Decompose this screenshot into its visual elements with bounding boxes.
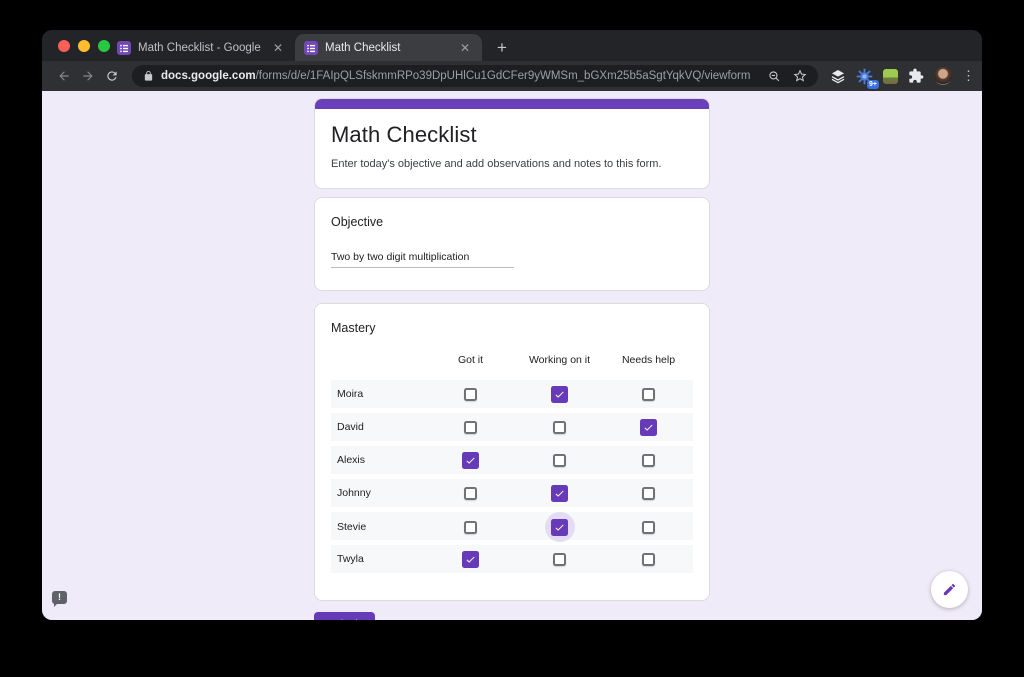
grid-column-header: Got it xyxy=(426,354,515,366)
mastery-question-card: Mastery Got itWorking on itNeeds help Moi… xyxy=(314,303,710,601)
new-tab-button[interactable]: + xyxy=(497,39,507,56)
checkbox-moira-working-on-it[interactable] xyxy=(551,386,568,403)
zoom-icon[interactable] xyxy=(768,70,781,83)
grid-header-row: Got itWorking on itNeeds help xyxy=(331,348,693,372)
checkbox-alexis-needs-help[interactable] xyxy=(642,454,655,467)
checkbox-twyla-working-on-it[interactable] xyxy=(553,553,566,566)
tab-math-checklist-editor[interactable]: Math Checklist - Google Forms ✕ xyxy=(108,34,295,61)
tab-strip: Math Checklist - Google Forms ✕ Math Che… xyxy=(42,30,982,61)
window-controls xyxy=(58,40,110,52)
objective-input[interactable]: Two by two digit multiplication xyxy=(331,251,514,268)
edit-form-fab[interactable] xyxy=(931,571,968,608)
checkbox-stevie-needs-help[interactable] xyxy=(642,521,655,534)
grid-row-alexis: Alexis xyxy=(331,446,693,474)
tab-title: Math Checklist xyxy=(325,42,450,54)
grid-row-twyla: Twyla xyxy=(331,545,693,573)
browser-window: Math Checklist - Google Forms ✕ Math Che… xyxy=(42,30,982,620)
grid-column-header: Needs help xyxy=(604,354,693,366)
row-label: Moira xyxy=(331,388,426,400)
pencil-icon xyxy=(942,582,957,597)
google-forms-icon xyxy=(117,41,131,55)
grid-column-header: Working on it xyxy=(515,354,604,366)
row-label: David xyxy=(331,421,426,433)
address-bar[interactable]: docs.google.com/forms/d/e/1FAIpQLSfskmmR… xyxy=(132,65,818,87)
checkbox-johnny-got-it[interactable] xyxy=(464,487,477,500)
grid-row-moira: Moira xyxy=(331,380,693,408)
row-label: Alexis xyxy=(331,454,426,466)
objective-question-card: Objective Two by two digit multiplicatio… xyxy=(314,197,710,291)
extension-area: 9+ ⋮ xyxy=(826,67,972,85)
grid-row-stevie: Stevie xyxy=(331,512,693,540)
close-tab-icon[interactable]: ✕ xyxy=(270,41,286,55)
submit-button[interactable]: Submit xyxy=(314,612,375,620)
checkbox-david-needs-help[interactable] xyxy=(640,419,657,436)
tab-title: Math Checklist - Google Forms xyxy=(138,42,263,54)
form-page: Math Checklist Enter today's objective a… xyxy=(42,91,982,620)
form-column: Math Checklist Enter today's objective a… xyxy=(314,98,710,620)
mastery-label: Mastery xyxy=(331,321,693,335)
close-tab-icon[interactable]: ✕ xyxy=(457,41,473,55)
forward-icon[interactable] xyxy=(76,69,100,83)
checkbox-focus-halo xyxy=(545,512,575,542)
checkbox-moira-got-it[interactable] xyxy=(464,388,477,401)
form-accent-bar xyxy=(315,99,709,109)
checkbox-twyla-needs-help[interactable] xyxy=(642,553,655,566)
close-window-button[interactable] xyxy=(58,40,70,52)
screen: Math Checklist - Google Forms ✕ Math Che… xyxy=(0,0,1024,677)
profile-avatar[interactable] xyxy=(934,67,952,85)
checkbox-stevie-working-on-it[interactable] xyxy=(551,519,568,536)
checkbox-johnny-needs-help[interactable] xyxy=(642,487,655,500)
objective-label: Objective xyxy=(331,215,693,229)
url-path: /forms/d/e/1FAIpQLSfskmmRPo39DpUHlCu1GdC… xyxy=(256,70,751,82)
gear-extension-icon[interactable]: 9+ xyxy=(856,68,873,85)
bookmark-star-icon[interactable] xyxy=(793,69,807,83)
back-icon[interactable] xyxy=(52,69,76,83)
browser-menu-icon[interactable]: ⋮ xyxy=(962,74,972,79)
layers-extension-icon[interactable] xyxy=(830,68,846,84)
checkbox-david-working-on-it[interactable] xyxy=(553,421,566,434)
row-label: Twyla xyxy=(331,553,426,565)
form-description: Enter today's objective and add observat… xyxy=(331,158,693,170)
form-title: Math Checklist xyxy=(331,122,693,148)
row-label: Stevie xyxy=(331,521,426,533)
mastery-grid: Got itWorking on itNeeds help Moira David A… xyxy=(331,348,693,573)
checkbox-stevie-got-it[interactable] xyxy=(464,521,477,534)
minimize-window-button[interactable] xyxy=(78,40,90,52)
extensions-puzzle-icon[interactable] xyxy=(908,68,924,84)
checkbox-alexis-got-it[interactable] xyxy=(462,452,479,469)
url-text: docs.google.com/forms/d/e/1FAIpQLSfskmmR… xyxy=(161,70,761,82)
grid-row-johnny: Johnny xyxy=(331,479,693,507)
tab-math-checklist-viewform[interactable]: Math Checklist ✕ xyxy=(295,34,482,61)
grid-row-david: David xyxy=(331,413,693,441)
green-extension-icon[interactable] xyxy=(883,69,898,84)
checkbox-alexis-working-on-it[interactable] xyxy=(553,454,566,467)
reload-icon[interactable] xyxy=(100,69,124,83)
row-label: Johnny xyxy=(331,487,426,499)
checkbox-moira-needs-help[interactable] xyxy=(642,388,655,401)
lock-icon xyxy=(143,70,154,82)
google-forms-icon xyxy=(304,41,318,55)
fullscreen-window-button[interactable] xyxy=(98,40,110,52)
extension-badge: 9+ xyxy=(867,80,879,89)
checkbox-david-got-it[interactable] xyxy=(464,421,477,434)
url-domain: docs.google.com xyxy=(161,70,256,82)
form-header-card: Math Checklist Enter today's objective a… xyxy=(314,98,710,189)
browser-toolbar: docs.google.com/forms/d/e/1FAIpQLSfskmmR… xyxy=(42,61,982,91)
checkbox-johnny-working-on-it[interactable] xyxy=(551,485,568,502)
checkbox-twyla-got-it[interactable] xyxy=(462,551,479,568)
report-abuse-icon[interactable]: ! xyxy=(52,591,67,604)
